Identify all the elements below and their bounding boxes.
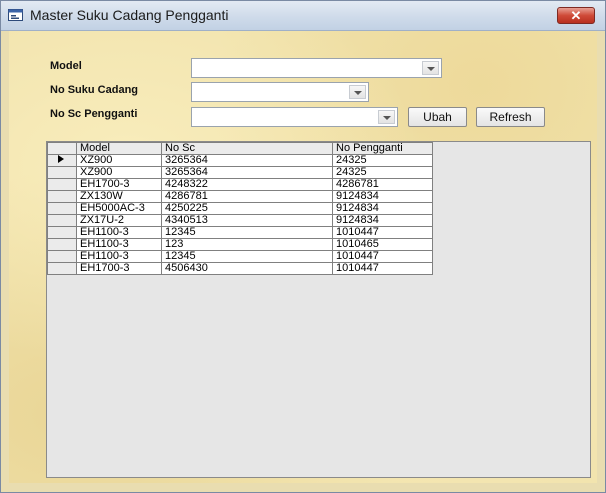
close-icon: ✕ <box>570 8 582 23</box>
current-row-icon <box>58 155 64 163</box>
cell-no-sc[interactable]: 4340513 <box>161 214 333 227</box>
form-body: Model No Suku Cadang No Sc Pengganti Uba… <box>9 31 597 483</box>
cell-model[interactable]: ZX130W <box>76 190 162 203</box>
row-selector[interactable] <box>47 190 77 203</box>
table-row[interactable]: EH5000AC-3 4250225 9124834 <box>47 202 433 215</box>
close-button[interactable]: ✕ <box>557 7 595 24</box>
row-selector[interactable] <box>47 250 77 263</box>
cell-no-pengganti[interactable]: 24325 <box>332 166 433 179</box>
suku-cadang-input[interactable] <box>192 83 352 101</box>
column-header-no-sc[interactable]: No Sc <box>161 142 333 155</box>
cell-model[interactable]: EH1700-3 <box>76 262 162 275</box>
cell-no-pengganti[interactable]: 1010447 <box>332 226 433 239</box>
data-grid[interactable]: Model No Sc No Pengganti XZ900 3265364 243… <box>46 141 591 478</box>
cell-no-sc[interactable]: 4286781 <box>161 190 333 203</box>
cell-no-pengganti[interactable]: 1010447 <box>332 250 433 263</box>
table-row[interactable]: XZ900 3265364 24325 <box>47 154 433 167</box>
suku-cadang-dropdown-button[interactable] <box>349 85 366 99</box>
row-selector[interactable] <box>47 154 77 167</box>
cell-no-sc[interactable]: 4506430 <box>161 262 333 275</box>
cell-no-sc[interactable]: 3265364 <box>161 154 333 167</box>
model-dropdown-button[interactable] <box>422 61 439 75</box>
pengganti-input[interactable] <box>192 108 381 126</box>
app-window: Master Suku Cadang Pengganti ✕ Model No … <box>0 0 606 493</box>
pengganti-combo[interactable] <box>191 107 398 127</box>
row-selector[interactable] <box>47 226 77 239</box>
cell-model[interactable]: EH1100-3 <box>76 226 162 239</box>
row-selector[interactable] <box>47 202 77 215</box>
grid-body: XZ900 3265364 24325 XZ900 3265364 24325 EH1700… <box>47 154 433 275</box>
cell-model[interactable]: EH1700-3 <box>76 178 162 191</box>
pengganti-dropdown-button[interactable] <box>378 110 395 124</box>
table-row[interactable]: EH1100-3 12345 1010447 <box>47 250 433 263</box>
cell-no-pengganti[interactable]: 1010465 <box>332 238 433 251</box>
model-label: Model <box>50 60 82 72</box>
cell-model[interactable]: EH5000AC-3 <box>76 202 162 215</box>
table-row[interactable]: EH1700-3 4506430 1010447 <box>47 262 433 275</box>
refresh-button[interactable]: Refresh <box>476 107 545 127</box>
cell-no-pengganti[interactable]: 4286781 <box>332 178 433 191</box>
cell-no-pengganti[interactable]: 9124834 <box>332 202 433 215</box>
cell-model[interactable]: ZX17U-2 <box>76 214 162 227</box>
table-row[interactable]: EH1100-3 123 1010465 <box>47 238 433 251</box>
form-icon <box>8 9 23 21</box>
pengganti-label: No Sc Pengganti <box>50 108 138 120</box>
title-bar[interactable]: Master Suku Cadang Pengganti ✕ <box>1 1 605 31</box>
cell-no-sc[interactable]: 12345 <box>161 226 333 239</box>
table-row[interactable]: EH1100-3 12345 1010447 <box>47 226 433 239</box>
window-title: Master Suku Cadang Pengganti <box>30 7 229 23</box>
column-header-model[interactable]: Model <box>76 142 162 155</box>
grid-header-row: Model No Sc No Pengganti <box>47 142 433 155</box>
model-combo[interactable] <box>191 58 442 78</box>
cell-model[interactable]: EH1100-3 <box>76 250 162 263</box>
suku-cadang-combo[interactable] <box>191 82 369 102</box>
cell-no-sc[interactable]: 4250225 <box>161 202 333 215</box>
grid-corner <box>47 142 77 155</box>
cell-model[interactable]: XZ900 <box>76 166 162 179</box>
row-selector[interactable] <box>47 178 77 191</box>
column-header-no-pengganti[interactable]: No Pengganti <box>332 142 433 155</box>
cell-no-sc[interactable]: 123 <box>161 238 333 251</box>
cell-no-pengganti[interactable]: 1010447 <box>332 262 433 275</box>
chevron-down-icon <box>383 116 391 120</box>
cell-model[interactable]: XZ900 <box>76 154 162 167</box>
cell-no-sc[interactable]: 4248322 <box>161 178 333 191</box>
table-row[interactable]: ZX17U-2 4340513 9124834 <box>47 214 433 227</box>
cell-no-pengganti[interactable]: 9124834 <box>332 214 433 227</box>
cell-no-pengganti[interactable]: 24325 <box>332 154 433 167</box>
chevron-down-icon <box>354 91 362 95</box>
row-selector[interactable] <box>47 214 77 227</box>
suku-cadang-label: No Suku Cadang <box>50 84 139 96</box>
table-row[interactable]: XZ900 3265364 24325 <box>47 166 433 179</box>
grid-table: Model No Sc No Pengganti XZ900 3265364 243… <box>47 142 433 275</box>
chevron-down-icon <box>427 67 435 71</box>
model-input[interactable] <box>192 59 425 77</box>
row-selector[interactable] <box>47 166 77 179</box>
row-selector[interactable] <box>47 262 77 275</box>
table-row[interactable]: EH1700-3 4248322 4286781 <box>47 178 433 191</box>
ubah-button[interactable]: Ubah <box>408 107 467 127</box>
table-row[interactable]: ZX130W 4286781 9124834 <box>47 190 433 203</box>
cell-no-sc[interactable]: 12345 <box>161 250 333 263</box>
cell-no-sc[interactable]: 3265364 <box>161 166 333 179</box>
cell-no-pengganti[interactable]: 9124834 <box>332 190 433 203</box>
cell-model[interactable]: EH1100-3 <box>76 238 162 251</box>
row-selector[interactable] <box>47 238 77 251</box>
